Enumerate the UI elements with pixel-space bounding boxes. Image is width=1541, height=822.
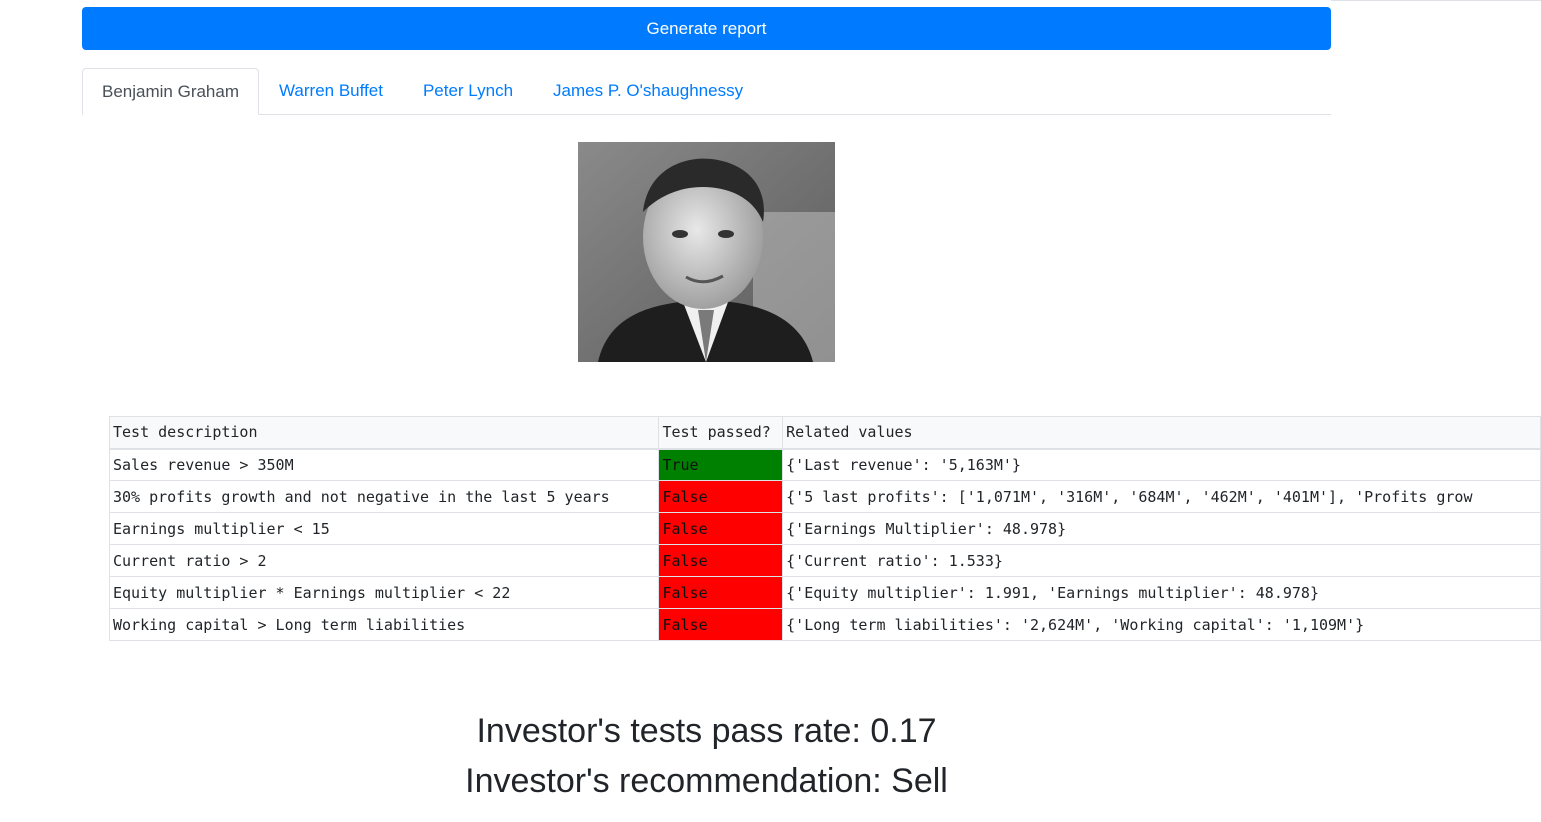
tab-peter-lynch[interactable]: Peter Lynch bbox=[403, 68, 533, 114]
related-values-cell: {'Last revenue': '5,163M'} bbox=[782, 448, 1541, 481]
tab-james-oshaughnessy[interactable]: James P. O'shaughnessy bbox=[533, 68, 763, 114]
recommendation-text: Investor's recommendation: Sell bbox=[465, 762, 948, 800]
test-description-cell: Earnings multiplier < 15 bbox=[108, 512, 660, 545]
test-passed-cell: False bbox=[658, 576, 784, 609]
test-passed-cell: False bbox=[658, 480, 784, 513]
investor-tabs: Benjamin Graham Warren Buffet Peter Lync… bbox=[82, 68, 1331, 115]
tab-benjamin-graham[interactable]: Benjamin Graham bbox=[82, 68, 260, 115]
test-description-cell: Current ratio > 2 bbox=[108, 544, 660, 577]
table-row: 30% profits growth and not negative in t… bbox=[108, 480, 1541, 513]
test-description-cell: 30% profits growth and not negative in t… bbox=[108, 480, 660, 513]
pass-rate-text: Investor's tests pass rate: 0.17 bbox=[476, 712, 937, 750]
test-passed-cell: False bbox=[658, 608, 784, 641]
header-test-description: Test description bbox=[108, 416, 660, 450]
related-values-cell: {'Long term liabilities': '2,624M', 'Wor… bbox=[782, 608, 1541, 641]
results-table: Test description Test passed? Related va… bbox=[108, 416, 1541, 641]
top-divider bbox=[1331, 0, 1541, 1]
table-row: Working capital > Long term liabilities … bbox=[108, 608, 1541, 641]
related-values-cell: {'5 last profits': ['1,071M', '316M', '6… bbox=[782, 480, 1541, 513]
tab-warren-buffet[interactable]: Warren Buffet bbox=[259, 68, 403, 114]
test-passed-cell: False bbox=[658, 544, 784, 577]
related-values-cell: {'Equity multiplier': 1.991, 'Earnings m… bbox=[782, 576, 1541, 609]
header-related-values: Related values bbox=[782, 416, 1541, 450]
test-passed-cell: True bbox=[658, 448, 784, 481]
table-row: Sales revenue > 350M True {'Last revenue… bbox=[108, 448, 1541, 481]
test-description-cell: Equity multiplier * Earnings multiplier … bbox=[108, 576, 660, 609]
table-row: Current ratio > 2 False {'Current ratio'… bbox=[108, 544, 1541, 577]
table-row: Equity multiplier * Earnings multiplier … bbox=[108, 576, 1541, 609]
test-description-cell: Working capital > Long term liabilities bbox=[108, 608, 660, 641]
related-values-cell: {'Current ratio': 1.533} bbox=[782, 544, 1541, 577]
test-passed-cell: False bbox=[658, 512, 784, 545]
table-row: Earnings multiplier < 15 False {'Earning… bbox=[108, 512, 1541, 545]
generate-report-button[interactable]: Generate report bbox=[82, 7, 1331, 50]
portrait-photo-icon bbox=[578, 142, 835, 362]
investor-portrait bbox=[578, 142, 835, 362]
header-test-passed: Test passed? bbox=[658, 416, 784, 450]
test-description-cell: Sales revenue > 350M bbox=[108, 448, 660, 481]
table-header-row: Test description Test passed? Related va… bbox=[108, 416, 1541, 450]
related-values-cell: {'Earnings Multiplier': 48.978} bbox=[782, 512, 1541, 545]
